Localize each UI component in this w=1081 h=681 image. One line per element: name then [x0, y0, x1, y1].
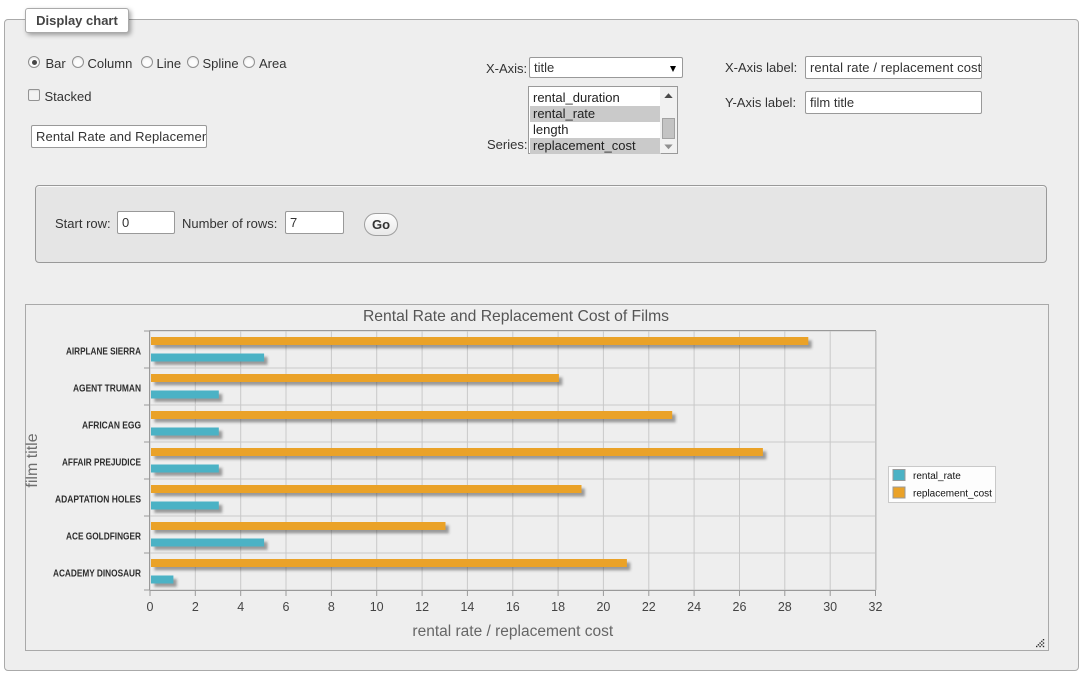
svg-text:rental rate / replacement cost: rental rate / replacement cost — [412, 623, 613, 640]
svg-text:ACE GOLDFINGER: ACE GOLDFINGER — [66, 532, 142, 543]
svg-text:30: 30 — [823, 600, 837, 614]
svg-text:rental_rate: rental_rate — [913, 471, 961, 482]
svg-text:4: 4 — [237, 600, 244, 614]
svg-text:0: 0 — [147, 600, 154, 614]
svg-text:film title: film title — [25, 433, 41, 487]
svg-text:AFFAIR PREJUDICE: AFFAIR PREJUDICE — [62, 458, 141, 469]
svg-text:14: 14 — [460, 600, 474, 614]
svg-text:28: 28 — [778, 600, 792, 614]
svg-text:8: 8 — [328, 600, 335, 614]
svg-text:6: 6 — [283, 600, 290, 614]
svg-text:replacement_cost: replacement_cost — [913, 489, 992, 500]
svg-text:10: 10 — [370, 600, 384, 614]
svg-text:24: 24 — [687, 600, 701, 614]
svg-text:AGENT TRUMAN: AGENT TRUMAN — [73, 384, 141, 395]
svg-text:18: 18 — [551, 600, 565, 614]
svg-text:ACADEMY DINOSAUR: ACADEMY DINOSAUR — [53, 569, 142, 580]
svg-text:22: 22 — [642, 600, 656, 614]
svg-text:12: 12 — [415, 600, 429, 614]
svg-text:32: 32 — [869, 600, 883, 614]
svg-text:16: 16 — [506, 600, 520, 614]
svg-text:ADAPTATION HOLES: ADAPTATION HOLES — [55, 495, 141, 506]
svg-text:AIRPLANE SIERRA: AIRPLANE SIERRA — [66, 347, 141, 358]
svg-text:2: 2 — [192, 600, 199, 614]
svg-text:26: 26 — [733, 600, 747, 614]
svg-text:AFRICAN EGG: AFRICAN EGG — [82, 421, 141, 432]
svg-text:Rental Rate and Replacement Co: Rental Rate and Replacement Cost of Film… — [363, 308, 669, 325]
svg-text:20: 20 — [596, 600, 610, 614]
